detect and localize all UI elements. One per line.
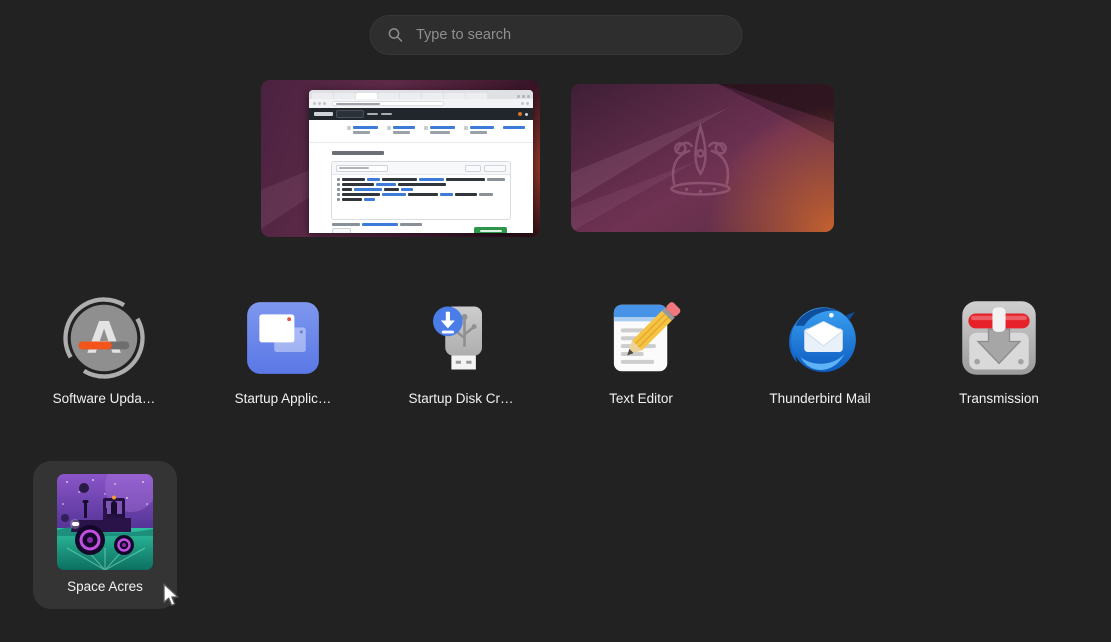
app-label: Startup Applic… [235,391,332,406]
thunderbird-icon [778,294,862,382]
browser-url-bar [309,99,533,108]
space-acres-icon [57,474,153,570]
app-tile-transmission[interactable]: Transmission [927,283,1071,431]
app-label: Thunderbird Mail [769,391,870,406]
workspace-thumbnail-2[interactable] [571,84,834,232]
startup-disk-creator-icon [419,296,503,380]
green-commit-button-thumb [474,227,507,233]
app-tile-space-acres[interactable]: Space Acres [33,461,177,609]
app-tile-thunderbird[interactable]: Thunderbird Mail [748,283,892,431]
workspace-thumbnail-1[interactable] [261,80,540,237]
secondary-button-thumb [332,228,351,233]
workspace2-wallpaper [571,84,834,232]
app-tile-software-updater[interactable]: A Software Upda… [32,283,176,431]
app-tile-text-editor[interactable]: Text Editor [569,283,713,431]
app-tile-startup-disk-creator[interactable]: Startup Disk Cr… [389,283,533,431]
app-label: Startup Disk Cr… [408,391,513,406]
site-header [309,108,533,120]
svg-text:A: A [87,313,121,364]
search-bar[interactable] [369,15,742,55]
app-tile-startup-applications[interactable]: Startup Applic… [211,283,355,431]
gnome-activities-overview: A Software Upda… Startup Applic… [0,0,1111,642]
app-label: Software Upda… [53,391,156,406]
browser-window-thumbnail [309,90,533,233]
site-content [309,120,533,233]
ubuntu-crown-emblem [637,118,763,204]
code-box [331,161,511,220]
app-label: Text Editor [609,391,673,406]
transmission-icon [957,296,1041,380]
search-input[interactable] [414,26,724,44]
app-label: Transmission [959,391,1039,406]
browser-tab-strip [309,90,533,99]
startup-applications-icon [241,296,325,380]
software-updater-icon: A [62,296,146,380]
text-editor-icon [599,296,683,380]
search-icon [387,27,403,43]
app-label: Space Acres [67,579,143,594]
